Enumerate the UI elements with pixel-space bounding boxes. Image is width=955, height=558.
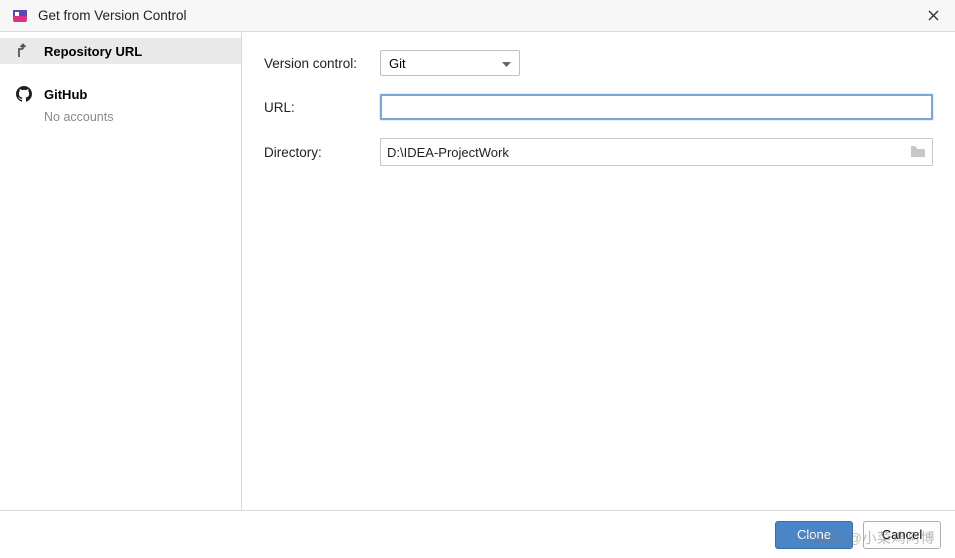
github-accounts-status: No accounts — [0, 106, 241, 124]
directory-value: D:\IDEA-ProjectWork — [387, 145, 910, 160]
sidebar-item-label: GitHub — [44, 87, 87, 102]
app-logo-icon — [10, 6, 30, 26]
directory-field[interactable]: D:\IDEA-ProjectWork — [380, 138, 933, 166]
vc-selected-value: Git — [389, 56, 406, 71]
folder-icon[interactable] — [910, 144, 926, 161]
cancel-button[interactable]: Cancel — [863, 521, 941, 549]
titlebar: Get from Version Control — [0, 0, 955, 32]
sidebar-item-github[interactable]: GitHub — [0, 82, 241, 106]
window-title: Get from Version Control — [38, 8, 921, 23]
url-label: URL: — [264, 100, 380, 115]
main-panel: Version control: Git URL: Directory: D:\… — [242, 32, 955, 510]
version-control-select[interactable]: Git — [380, 50, 520, 76]
content-area: Repository URL GitHub No accounts Versio… — [0, 32, 955, 510]
footer: Clone Cancel CSDN @小菜鸡阿博 — [0, 510, 955, 558]
vc-label: Version control: — [264, 56, 380, 71]
chevron-down-icon — [502, 56, 511, 71]
sidebar-item-repository-url[interactable]: Repository URL — [0, 38, 241, 64]
url-input[interactable] — [380, 94, 933, 120]
close-icon[interactable] — [921, 4, 945, 28]
github-icon — [14, 84, 34, 104]
sidebar-item-label: Repository URL — [44, 44, 142, 59]
directory-label: Directory: — [264, 145, 380, 160]
sidebar: Repository URL GitHub No accounts — [0, 32, 242, 510]
clone-button[interactable]: Clone — [775, 521, 853, 549]
branch-up-icon — [14, 41, 34, 61]
